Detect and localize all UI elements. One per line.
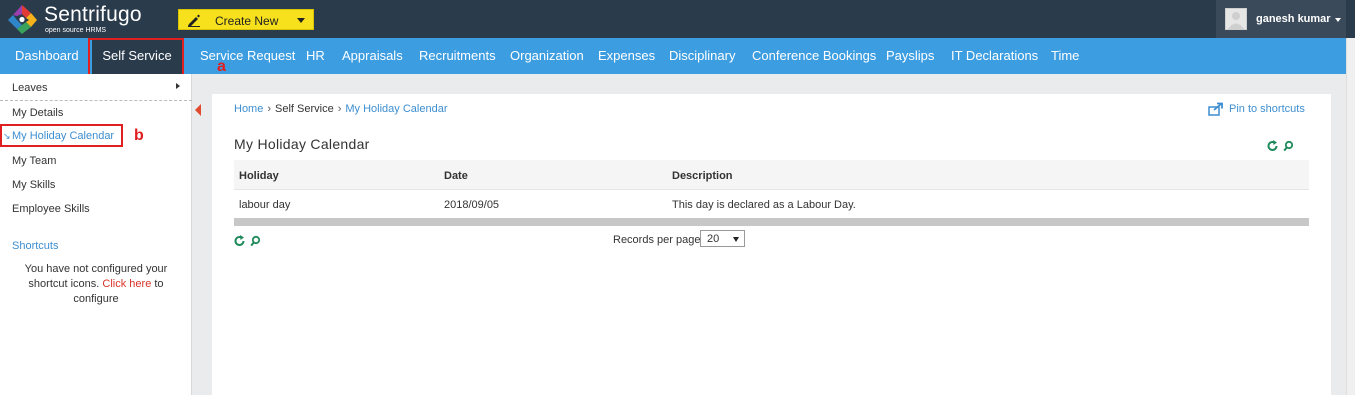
user-name: ganesh kumar [1256,13,1331,25]
breadcrumb-separator: › [267,103,272,115]
sidebar: Leaves My Details ↘ My Holiday Calendar … [0,74,192,395]
sidebar-item-leaves[interactable]: Leaves [12,82,47,94]
page-title: My Holiday Calendar [234,136,370,152]
grid-tools-top [1267,139,1297,153]
search-icon[interactable] [250,235,261,247]
grid-tools-bottom [234,234,264,248]
nav-item-hr[interactable]: HR [306,38,325,74]
annotation-label-a: a [217,58,226,75]
pin-to-shortcuts-label: Pin to shortcuts [1229,103,1305,115]
page-scrollbar[interactable] [1346,38,1355,395]
nav-item-it-declarations[interactable]: IT Declarations [951,38,1038,74]
sidebar-collapse-toggle[interactable] [193,100,205,120]
nav-item-dashboard[interactable]: Dashboard [15,38,79,74]
breadcrumb-current[interactable]: My Holiday Calendar [345,103,447,115]
logo-icon [8,5,37,34]
share-icon [1208,102,1223,116]
nav-item-time[interactable]: Time [1051,38,1079,74]
cell-holiday: labour day [239,199,291,211]
search-icon[interactable] [1283,140,1294,152]
nav-item-disciplinary[interactable]: Disciplinary [669,38,735,74]
nav-item-appraisals[interactable]: Appraisals [342,38,403,74]
table-header: Holiday Date Description [234,160,1309,190]
table-row[interactable]: labour day 2018/09/05 This day is declar… [234,190,1309,218]
breadcrumb-home[interactable]: Home [234,103,263,115]
cell-date: 2018/09/05 [444,199,500,211]
records-per-page-label: Records per page [613,234,701,246]
chevron-down-icon [297,18,305,23]
annotation-box-a: a [88,38,226,79]
shortcuts-message: You have not configured your shortcut ic… [10,262,182,307]
column-header-description[interactable]: Description [672,170,733,182]
top-bar: Sentrifugo open source HRMS Create New g… [0,0,1355,38]
records-per-page-value: 20 [707,233,720,245]
sidebar-item-employee-skills[interactable]: Employee Skills [12,203,90,215]
column-header-date[interactable]: Date [444,170,468,182]
nav-item-service-request[interactable]: Service Request [200,38,295,74]
logo-tagline: open source HRMS [45,27,107,34]
nav-item-conference-bookings[interactable]: Conference Bookings [752,38,876,74]
main-nav: Dashboard Self Service Service Request H… [0,38,1346,74]
create-new-label: Create New [215,14,279,28]
column-header-holiday[interactable]: Holiday [239,170,279,182]
avatar [1225,8,1247,30]
divider [0,100,192,101]
sidebar-item-my-team[interactable]: My Team [12,155,56,167]
chevron-down-icon [733,237,739,242]
logo-name: Sentrifugo [44,3,142,26]
chevron-down-icon [1335,18,1341,22]
breadcrumb-separator: › [337,103,342,115]
records-per-page-select[interactable]: 20 [700,230,745,247]
configure-shortcuts-link[interactable]: Click here [102,278,151,290]
nav-item-payslips[interactable]: Payslips [886,38,934,74]
table-horizontal-scrollbar[interactable] [234,218,1309,226]
annotation-label-b: b [134,127,144,144]
annotation-box-b [0,124,123,147]
nav-item-recruitments[interactable]: Recruitments [419,38,496,74]
shortcuts-title: Shortcuts [12,240,59,252]
nav-item-expenses[interactable]: Expenses [598,38,655,74]
main-panel: Home › Self Service › My Holiday Calendar Pi… [212,94,1331,395]
refresh-icon[interactable] [1267,140,1278,151]
breadcrumb-section: Self Service [275,103,334,115]
user-icon [1228,12,1244,29]
chevron-right-icon [176,83,180,89]
sentrifugo-logo[interactable]: Sentrifugo open source HRMS [5,3,155,35]
chevron-left-icon [195,104,201,116]
refresh-icon[interactable] [234,235,245,246]
user-menu[interactable]: ganesh kumar [1216,0,1346,38]
pencil-icon [188,14,200,27]
create-new-button[interactable]: Create New [178,9,314,30]
sidebar-item-my-details[interactable]: My Details [12,107,63,119]
cell-description: This day is declared as a Labour Day. [672,199,856,211]
nav-item-organization[interactable]: Organization [510,38,584,74]
sidebar-item-my-skills[interactable]: My Skills [12,179,55,191]
breadcrumb: Home › Self Service › My Holiday Calendar [234,103,448,115]
